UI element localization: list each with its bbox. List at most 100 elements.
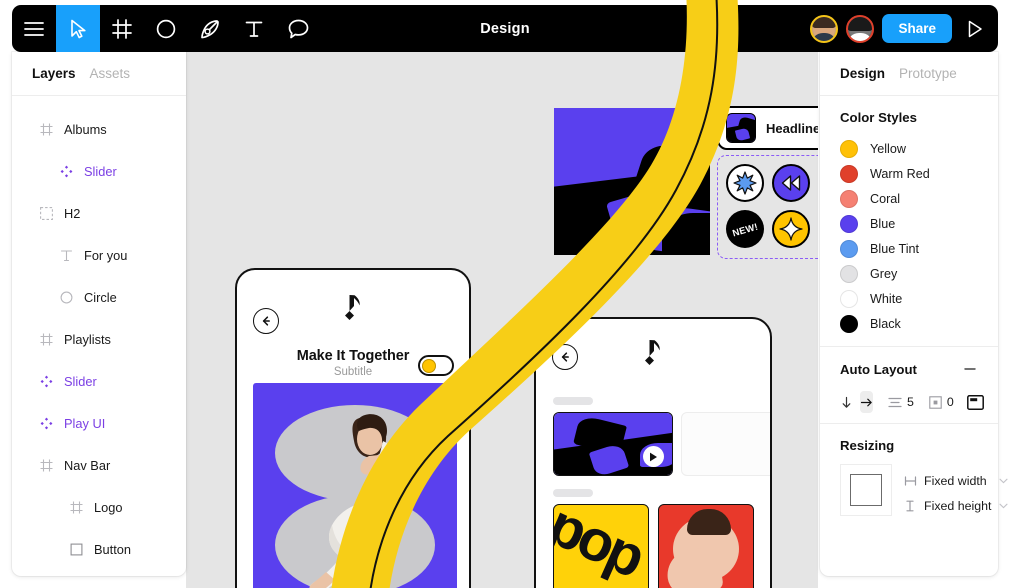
component-icon xyxy=(40,417,53,430)
layer-row[interactable]: H2 xyxy=(12,192,186,234)
design-canvas[interactable]: Make It Together Subtitle pop Headline N… xyxy=(186,52,818,588)
color-style-row[interactable]: Blue Tint xyxy=(840,236,978,261)
layer-label: Button xyxy=(94,541,131,557)
layer-row[interactable]: Nav Bar xyxy=(12,444,186,486)
arrow-down-icon[interactable] xyxy=(840,391,853,413)
phone-mockup-a[interactable]: Make It Together Subtitle xyxy=(235,268,471,588)
color-style-row[interactable]: Blue xyxy=(840,211,978,236)
frame-icon xyxy=(40,333,53,346)
pen-icon[interactable] xyxy=(188,5,232,52)
layer-row[interactable]: Albums xyxy=(12,108,186,150)
frame-icon xyxy=(40,459,53,472)
present-button[interactable] xyxy=(962,16,988,42)
text-icon xyxy=(60,249,73,262)
tab-assets[interactable]: Assets xyxy=(90,66,131,81)
badge-star-4point[interactable] xyxy=(772,210,810,248)
layer-row[interactable]: Button xyxy=(12,528,186,570)
fixed-height-field[interactable]: Fixed height xyxy=(904,493,1008,518)
album-art-thumb xyxy=(726,113,756,143)
arrow-right-icon[interactable] xyxy=(860,391,873,413)
color-label: Blue xyxy=(870,216,896,231)
badge-new[interactable]: NEW! xyxy=(726,210,764,248)
layer-label: H2 xyxy=(64,205,81,221)
resizing-title: Resizing xyxy=(840,438,895,453)
layer-label: Slider xyxy=(64,373,97,389)
hero-person-photo xyxy=(309,414,401,588)
spacing-value: 5 xyxy=(907,395,914,409)
music-note-logo xyxy=(645,340,660,365)
layer-row[interactable]: For you xyxy=(12,234,186,276)
color-swatch xyxy=(840,164,858,183)
back-button-b[interactable] xyxy=(552,344,578,370)
ellipse-icon[interactable] xyxy=(144,5,188,52)
layer-label: Albums xyxy=(64,121,107,137)
tab-prototype[interactable]: Prototype xyxy=(899,66,957,81)
right-panel-tabs: Design Prototype xyxy=(820,52,998,96)
rewind-icon xyxy=(781,175,801,191)
avatar-user-2[interactable] xyxy=(846,14,875,43)
resize-preview-box[interactable] xyxy=(840,464,892,516)
width-icon xyxy=(904,475,917,486)
text-icon[interactable] xyxy=(232,5,276,52)
spacing-icon xyxy=(888,397,902,407)
auto-layout-controls: 5 0 xyxy=(840,391,984,413)
cursor-icon[interactable] xyxy=(56,5,100,52)
layer-label: Circle xyxy=(84,289,117,305)
menu-icon[interactable] xyxy=(12,5,56,52)
color-styles-section: Color Styles Yellow Warm Red Coral Blue … xyxy=(820,96,998,347)
section-label-placeholder-1 xyxy=(553,397,593,405)
phone-a-toggle[interactable] xyxy=(418,355,454,376)
frame-icon xyxy=(40,123,53,136)
layer-row[interactable]: Logo xyxy=(12,486,186,528)
play-button[interactable] xyxy=(643,446,664,467)
spacing-field[interactable]: 5 xyxy=(888,395,914,409)
auto-layout-title: Auto Layout xyxy=(840,361,917,377)
photo-hair xyxy=(687,509,731,535)
layer-row[interactable]: Slider xyxy=(12,150,186,192)
frame-icon[interactable] xyxy=(100,5,144,52)
share-button[interactable]: Share xyxy=(882,14,952,43)
back-button-a[interactable] xyxy=(253,308,279,334)
album-artwork-frame[interactable] xyxy=(554,108,710,255)
ellipse-icon xyxy=(60,291,73,304)
layer-row[interactable]: Circle xyxy=(12,276,186,318)
minus-icon[interactable] xyxy=(962,361,978,377)
layer-label: Nav Bar xyxy=(64,457,111,473)
badge-selection-group[interactable]: NEW! xyxy=(717,155,818,259)
tab-design[interactable]: Design xyxy=(840,66,885,81)
color-style-row[interactable]: Warm Red xyxy=(840,161,978,186)
color-style-row[interactable]: Yellow xyxy=(840,136,978,161)
fixed-height-label: Fixed height xyxy=(924,498,992,513)
tab-layers[interactable]: Layers xyxy=(32,66,76,81)
alignment-icon[interactable] xyxy=(966,391,984,413)
headline-component-card[interactable]: Headline xyxy=(717,106,818,150)
layer-row[interactable]: Slider xyxy=(12,360,186,402)
color-styles-title: Color Styles xyxy=(840,110,917,125)
avatar-user-1[interactable] xyxy=(810,14,839,43)
auto-layout-section: Auto Layout 5 0 xyxy=(820,347,998,424)
phone-a-hero-image[interactable] xyxy=(253,383,457,588)
phone-mockup-b[interactable]: pop xyxy=(534,317,772,588)
padding-field[interactable]: 0 xyxy=(929,395,954,409)
fixed-width-field[interactable]: Fixed width xyxy=(904,468,1008,493)
layer-row[interactable]: Playlists xyxy=(12,318,186,360)
badge-star-8point[interactable] xyxy=(726,164,764,202)
fixed-width-label: Fixed width xyxy=(924,473,987,488)
pop-card[interactable]: pop xyxy=(553,504,649,588)
layer-row[interactable]: Play UI xyxy=(12,402,186,444)
app-logo-a xyxy=(341,294,365,327)
layers-list: Albums Slider H2 For you Circle Playlist… xyxy=(12,96,186,570)
video-card[interactable] xyxy=(553,412,673,476)
color-swatch xyxy=(840,139,858,158)
comment-icon[interactable] xyxy=(276,5,320,52)
color-style-row[interactable]: Coral xyxy=(840,186,978,211)
empty-card[interactable] xyxy=(681,412,770,476)
design-panel: Design Prototype Color Styles Yellow War… xyxy=(820,52,1008,576)
color-style-row[interactable]: White xyxy=(840,286,978,311)
photo-card[interactable] xyxy=(658,504,754,588)
color-style-row[interactable]: Grey xyxy=(840,261,978,286)
color-swatch xyxy=(840,214,858,233)
badge-rewind[interactable] xyxy=(772,164,810,202)
pop-card-text: pop xyxy=(553,504,649,588)
color-style-row[interactable]: Black xyxy=(840,311,978,336)
